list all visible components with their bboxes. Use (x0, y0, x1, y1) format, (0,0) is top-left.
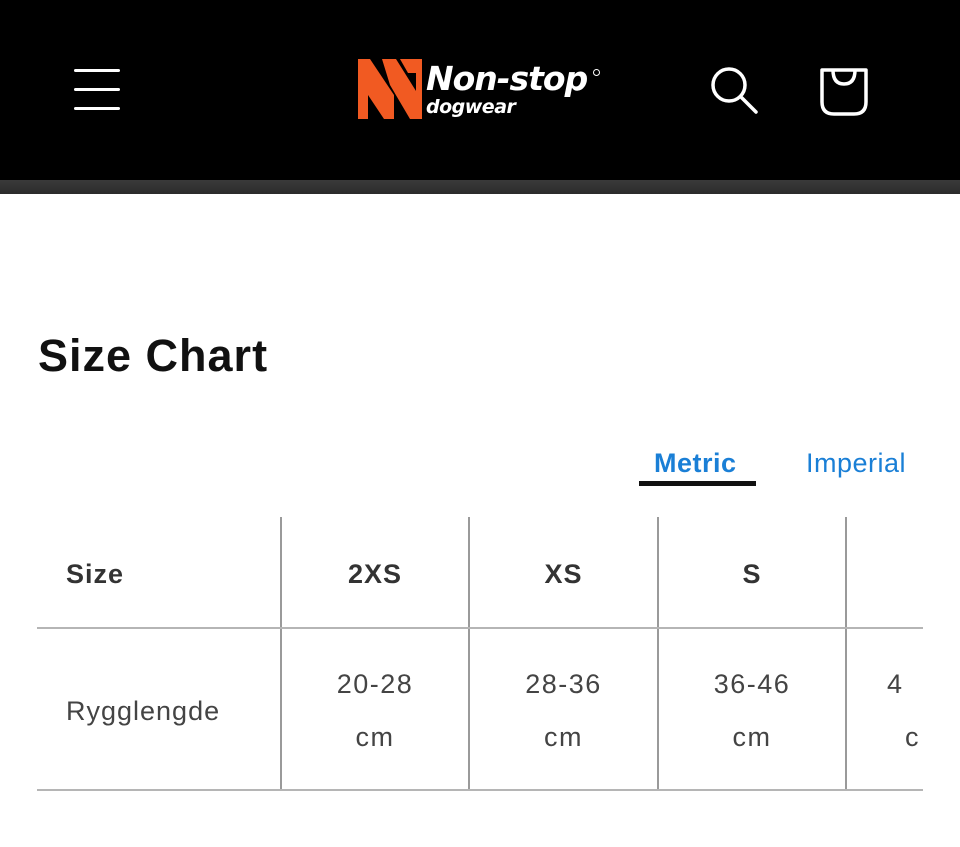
size-table[interactable]: Size 2XS XS S Rygglengde 20-28 cm 28-36 … (37, 517, 923, 791)
table-cell: 20-28 cm (282, 658, 468, 764)
unit-tabs: Metric Imperial (0, 440, 960, 490)
cell-range: 20-28 (336, 669, 414, 699)
brand-name: Non-stop (426, 59, 588, 98)
cell-unit: cm (544, 722, 583, 752)
brand-wordmark: Non-stop dogwear (426, 59, 588, 117)
cell-range: 4 (887, 669, 904, 699)
menu-bar (74, 107, 120, 110)
brand-subname: dogwear (426, 96, 516, 118)
row-label-rygglengde: Rygglengde (66, 696, 221, 726)
search-icon[interactable] (708, 64, 760, 116)
cell-unit: c (905, 722, 920, 752)
header-row-divider (37, 627, 923, 629)
menu-bar (74, 69, 120, 72)
table-cell: 36-46 cm (659, 658, 845, 764)
brand-mark-icon (358, 59, 422, 119)
cell-unit: cm (732, 722, 772, 752)
brand-logo[interactable]: Non-stop dogwear (356, 55, 606, 127)
table-bottom-border (37, 789, 923, 791)
tab-imperial[interactable]: Imperial (806, 448, 906, 479)
shopping-bag-icon[interactable] (815, 62, 873, 118)
header-divider (0, 180, 960, 194)
tab-metric[interactable]: Metric (654, 448, 737, 479)
table-header-xs: XS (544, 559, 583, 589)
cell-range: 36-46 (713, 669, 791, 699)
column-divider (845, 517, 847, 791)
page-title: Size Chart (38, 330, 269, 381)
table-cell: 28-36 cm (470, 658, 657, 764)
active-tab-indicator (639, 481, 756, 486)
table-header-size: Size (66, 559, 125, 589)
cell-range: 28-36 (525, 669, 602, 699)
cell-unit: cm (355, 722, 395, 752)
hamburger-menu-icon[interactable] (72, 66, 124, 114)
table-header-2xs: 2XS (347, 559, 403, 589)
site-header: Non-stop dogwear (0, 0, 960, 180)
table-cell: 4 c (887, 658, 923, 764)
registered-mark-icon (593, 69, 600, 76)
menu-bar (74, 88, 120, 91)
table-header-s: S (742, 559, 762, 589)
